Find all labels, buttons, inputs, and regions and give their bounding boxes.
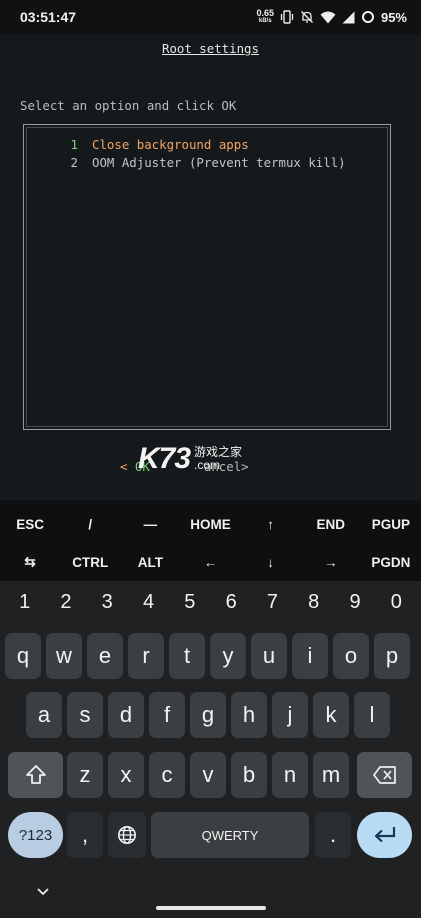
key-2[interactable]: 2 <box>47 591 85 614</box>
left-arrow-key[interactable]: ← <box>180 555 240 570</box>
number-row: 1 2 3 4 5 6 7 8 9 0 <box>0 591 421 614</box>
key-j[interactable]: j <box>272 692 308 738</box>
menu-item-close-background-apps[interactable]: 1 Close background apps <box>68 137 249 152</box>
key-d[interactable]: d <box>108 692 144 738</box>
menu-item-label: Close background apps <box>92 137 249 152</box>
language-key[interactable] <box>108 812 146 858</box>
esc-key[interactable]: ESC <box>0 517 60 532</box>
battery-percent: 95% <box>380 9 407 25</box>
shift-key[interactable] <box>8 752 63 798</box>
key-4[interactable]: 4 <box>130 591 168 614</box>
key-y[interactable]: y <box>210 633 246 679</box>
key-7[interactable]: 7 <box>253 591 291 614</box>
backspace-icon <box>372 766 396 784</box>
key-q[interactable]: q <box>5 633 41 679</box>
dialog-title: Root settings <box>162 41 259 56</box>
down-arrow-key[interactable]: ↓ <box>241 555 301 570</box>
clock: 03:51:47 <box>20 9 77 25</box>
key-t[interactable]: t <box>169 633 205 679</box>
vibrate-icon <box>280 10 294 24</box>
key-3[interactable]: 3 <box>88 591 126 614</box>
up-arrow-key[interactable]: ↑ <box>241 517 301 532</box>
key-6[interactable]: 6 <box>212 591 250 614</box>
slash-key[interactable]: / <box>60 517 120 532</box>
key-v[interactable]: v <box>190 752 226 798</box>
key-1[interactable]: 1 <box>6 591 44 614</box>
key-5[interactable]: 5 <box>171 591 209 614</box>
comma-key[interactable]: , <box>67 812 103 858</box>
watermark-logo: K73 游戏之家 .com <box>138 442 243 475</box>
key-k[interactable]: k <box>313 692 349 738</box>
key-a[interactable]: a <box>26 692 62 738</box>
key-n[interactable]: n <box>272 752 308 798</box>
menu-list: 1 Close background apps 2 OOM Adjuster (… <box>23 124 391 430</box>
key-z[interactable]: z <box>67 752 103 798</box>
key-9[interactable]: 9 <box>336 591 374 614</box>
home-indicator[interactable] <box>156 906 266 910</box>
key-8[interactable]: 8 <box>295 591 333 614</box>
key-f[interactable]: f <box>149 692 185 738</box>
key-u[interactable]: u <box>251 633 287 679</box>
key-c[interactable]: c <box>149 752 185 798</box>
key-h[interactable]: h <box>231 692 267 738</box>
backspace-key[interactable] <box>357 752 412 798</box>
space-bar[interactable]: QWERTY <box>151 812 309 858</box>
key-0[interactable]: 0 <box>377 591 415 614</box>
key-b[interactable]: b <box>231 752 267 798</box>
period-key[interactable]: . <box>315 812 351 858</box>
enter-key[interactable] <box>357 812 412 858</box>
right-arrow-key[interactable]: → <box>301 555 361 570</box>
alt-key[interactable]: ALT <box>120 555 180 570</box>
key-r[interactable]: r <box>128 633 164 679</box>
key-w[interactable]: w <box>46 633 82 679</box>
key-p[interactable]: p <box>374 633 410 679</box>
key-o[interactable]: o <box>333 633 369 679</box>
key-e[interactable]: e <box>87 633 123 679</box>
globe-icon <box>118 826 136 844</box>
menu-item-number: 2 <box>70 155 78 170</box>
enter-icon <box>374 827 395 843</box>
collapse-keyboard-icon[interactable] <box>36 884 50 900</box>
end-key[interactable]: END <box>301 517 361 532</box>
wifi-icon <box>320 11 336 24</box>
key-m[interactable]: m <box>313 752 349 798</box>
ctrl-key[interactable]: CTRL <box>60 555 120 570</box>
status-icons: 0.65 kB/s 95% <box>256 9 407 25</box>
extra-keys-bar: ESC / — HOME ↑ END PGUP ⇆ CTRL ALT ← ↓ →… <box>0 505 421 581</box>
pgup-key[interactable]: PGUP <box>361 517 421 532</box>
key-i[interactable]: i <box>292 633 328 679</box>
network-speed: 0.65 kB/s <box>256 8 274 25</box>
dash-key[interactable]: — <box>120 517 180 532</box>
key-l[interactable]: l <box>354 692 390 738</box>
tab-key[interactable]: ⇆ <box>0 554 60 570</box>
terminal-view[interactable]: Root settings Select an option and click… <box>0 34 421 500</box>
notifications-off-icon <box>300 10 314 24</box>
home-key[interactable]: HOME <box>180 517 240 532</box>
menu-item-oom-adjuster[interactable]: 2 OOM Adjuster (Prevent termux kill) <box>68 155 346 170</box>
key-s[interactable]: s <box>67 692 103 738</box>
shift-icon <box>25 765 46 784</box>
cell-signal-icon <box>342 11 355 24</box>
battery-icon <box>361 10 375 24</box>
pgdn-key[interactable]: PGDN <box>361 555 421 570</box>
menu-item-number: 1 <box>70 137 78 152</box>
key-g[interactable]: g <box>190 692 226 738</box>
soft-keyboard: 1 2 3 4 5 6 7 8 9 0 q w e r t y u i o p … <box>0 581 421 918</box>
menu-item-label: OOM Adjuster (Prevent termux kill) <box>92 155 346 170</box>
dialog-prompt: Select an option and click OK <box>20 98 237 113</box>
key-x[interactable]: x <box>108 752 144 798</box>
symbols-key[interactable]: ?123 <box>8 812 63 858</box>
status-bar: 03:51:47 0.65 kB/s 95% <box>0 0 421 34</box>
